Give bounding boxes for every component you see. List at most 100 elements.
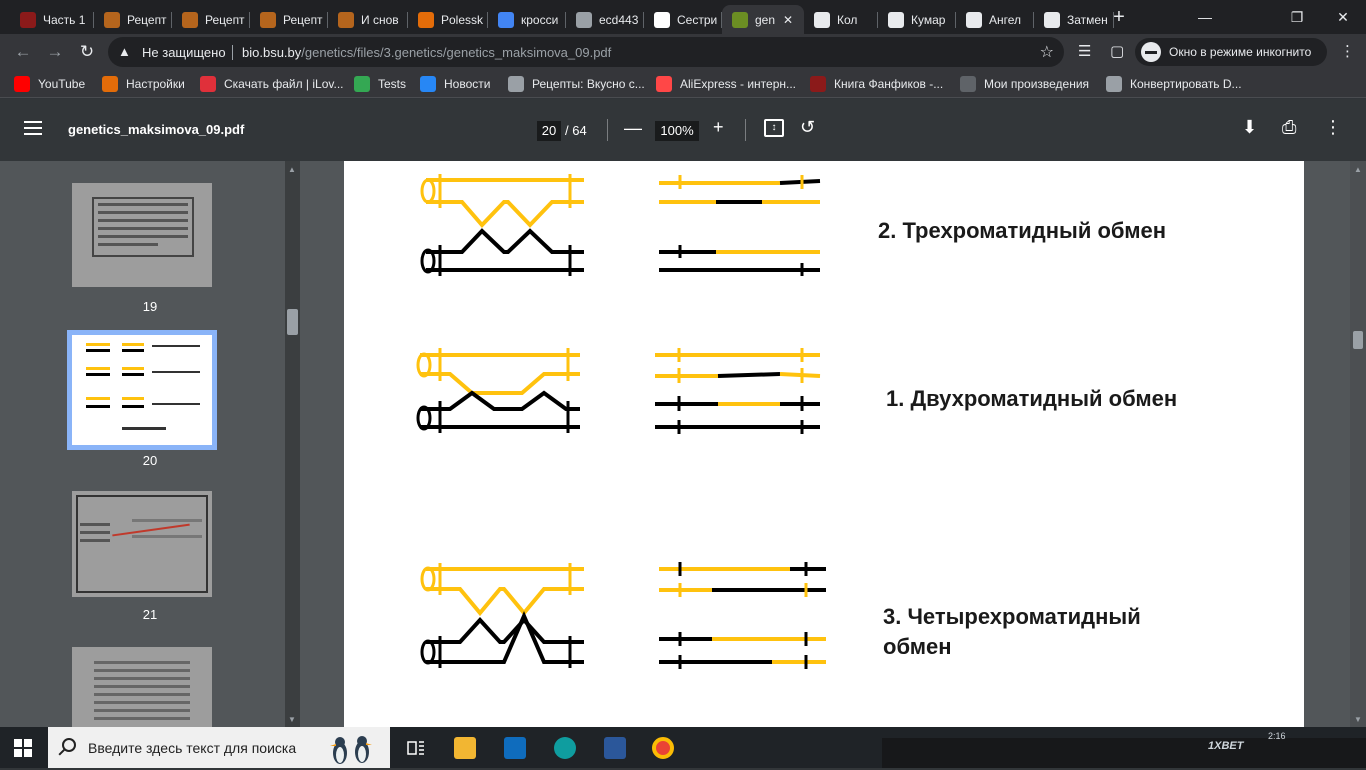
browser-menu-icon[interactable]: ⋮ (1340, 42, 1355, 60)
bookmark-favicon-icon (960, 76, 976, 92)
tab-13[interactable]: Затмен (1034, 5, 1114, 34)
thumbnail-mark (86, 397, 110, 400)
tab-6[interactable]: кросси (488, 5, 566, 34)
warning-icon[interactable]: ▲ (118, 44, 131, 59)
task-view-icon[interactable] (406, 738, 426, 758)
minimize-icon[interactable]: — (1182, 0, 1228, 34)
tab-favicon-icon (1044, 11, 1060, 28)
edge-icon[interactable] (554, 737, 576, 759)
video-preview[interactable]: 1XBET (882, 738, 1366, 768)
bookmark-item[interactable]: Мои произведения (960, 76, 1089, 92)
scroll-up-icon[interactable]: ▲ (288, 165, 296, 174)
tab-2[interactable]: Рецепт (172, 5, 250, 34)
reload-icon[interactable]: ↻ (76, 41, 98, 63)
viewer-scroll-thumb[interactable] (1353, 331, 1363, 349)
rotate-icon[interactable]: ↺ (800, 117, 815, 138)
bookmark-label: Конвертировать D... (1130, 77, 1242, 91)
download-icon[interactable]: ⬇ (1242, 117, 1257, 138)
thumbnail-mark (122, 373, 144, 376)
three-chromatid-after (659, 175, 821, 276)
scroll-down-icon[interactable]: ▼ (288, 715, 296, 724)
reading-list-icon[interactable]: ☰ (1078, 42, 1091, 60)
tab-7[interactable]: ecd443 (566, 5, 644, 34)
zoom-level-input[interactable]: 100% (655, 121, 699, 141)
new-tab-button[interactable]: + (1108, 6, 1130, 28)
sidebar-menu-icon[interactable] (24, 121, 42, 135)
mail-icon[interactable] (504, 737, 526, 759)
viewer-scrollbar[interactable]: ▲ ▼ (1350, 161, 1366, 727)
tab-close-icon[interactable]: ✕ (783, 13, 793, 27)
tab-9[interactable]: gen ✕ (722, 5, 804, 34)
tab-title: Кол (837, 12, 858, 27)
start-icon-pane (14, 749, 22, 757)
bookmark-item[interactable]: Новости (420, 76, 490, 92)
zoom-in-icon[interactable]: + (713, 117, 724, 138)
bookmark-item[interactable]: Конвертировать D... (1106, 76, 1242, 92)
thumbnail-page-20[interactable] (67, 330, 217, 450)
bookmark-item[interactable]: YouTube (14, 76, 85, 92)
tab-1[interactable]: Рецепт (94, 5, 172, 34)
scroll-up-icon[interactable]: ▲ (1354, 165, 1362, 174)
url-text[interactable]: bio.bsu.by/genetics/files/3.genetics/gen… (242, 45, 611, 60)
bookmark-item[interactable]: Скачать файл | iLov... (200, 76, 344, 92)
thumbnail-text-line (98, 211, 188, 214)
back-icon[interactable]: ← (12, 41, 34, 63)
taskbar-search-box[interactable]: Введите здесь текст для поиска (48, 727, 390, 768)
close-window-icon[interactable]: ✕ (1320, 0, 1366, 34)
address-bar[interactable]: ▲ Не защищено bio.bsu.by/genetics/files/… (108, 37, 1064, 67)
tab-10[interactable]: Кол (804, 5, 878, 34)
bookmark-item[interactable]: Tests (354, 76, 406, 92)
tab-11[interactable]: Кумар (878, 5, 956, 34)
thumbnail-page-19[interactable] (72, 183, 212, 287)
tab-12[interactable]: Ангел (956, 5, 1034, 34)
thumbnail-page-22[interactable] (72, 647, 212, 727)
word-icon[interactable] (604, 737, 626, 759)
bookmark-item[interactable]: Книга Фанфиков -... (810, 76, 943, 92)
sidebar-scrollbar[interactable]: ▲ ▼ (285, 161, 300, 727)
tab-favicon-icon (104, 11, 120, 28)
restore-icon[interactable]: ❐ (1274, 0, 1320, 34)
file-explorer-icon[interactable] (454, 737, 476, 759)
bookmark-item[interactable]: Настройки (102, 76, 185, 92)
thumbnail-mark (86, 405, 110, 408)
bookmark-label: Рецепты: Вкусно с... (532, 77, 645, 91)
tab-title: gen (755, 12, 776, 27)
bookmark-item[interactable]: Рецепты: Вкусно с... (508, 76, 645, 92)
thumbnail-frame (76, 495, 208, 593)
tab-title: Сестри (677, 12, 718, 27)
security-label[interactable]: Не защищено (142, 45, 226, 60)
bookmark-item[interactable]: AliExpress - интерн... (656, 76, 796, 92)
thumbnail-line (132, 535, 202, 538)
thumbnail-text-line (98, 243, 158, 246)
forward-icon[interactable]: → (44, 41, 66, 63)
tab-3[interactable]: Рецепт (250, 5, 328, 34)
zoom-out-icon[interactable]: — (624, 118, 642, 139)
more-options-icon[interactable]: ⋮ (1324, 117, 1342, 138)
tab-0[interactable]: Часть 1 (10, 5, 94, 34)
bookmark-star-icon[interactable]: ☆ (1040, 42, 1054, 62)
tab-title: Ангел (989, 12, 1022, 27)
windows-start-icon[interactable] (14, 739, 32, 757)
fit-page-icon[interactable]: ↕ (764, 119, 784, 137)
sidebar-scroll-thumb[interactable] (287, 309, 298, 335)
tab-favicon-icon (732, 11, 748, 28)
search-icon (62, 738, 76, 752)
tab-5[interactable]: Polessk (408, 5, 488, 34)
incognito-indicator[interactable]: Окно в режиме инкогнито (1135, 38, 1327, 66)
tab-favicon-icon (498, 11, 514, 28)
thumbnail-mark (152, 345, 200, 347)
thumbnail-text-line (98, 227, 188, 230)
page-number-input[interactable]: 20 (537, 121, 561, 141)
tab-4[interactable]: И снов (328, 5, 408, 34)
print-icon[interactable]: ⎙ (1282, 117, 1296, 138)
tab-8[interactable]: Сестри (644, 5, 722, 34)
bookmark-label: Книга Фанфиков -... (834, 77, 944, 91)
side-panel-icon[interactable]: ▢ (1110, 42, 1124, 60)
scroll-down-icon[interactable]: ▼ (1354, 715, 1362, 724)
chrome-icon[interactable] (652, 737, 674, 759)
tab-title: И снов (361, 12, 399, 27)
thumbnail-page-21[interactable] (72, 491, 212, 597)
tab-title: Рецепт (127, 12, 167, 27)
tab-favicon-icon (814, 11, 830, 28)
three-chromatid-before (420, 174, 584, 276)
